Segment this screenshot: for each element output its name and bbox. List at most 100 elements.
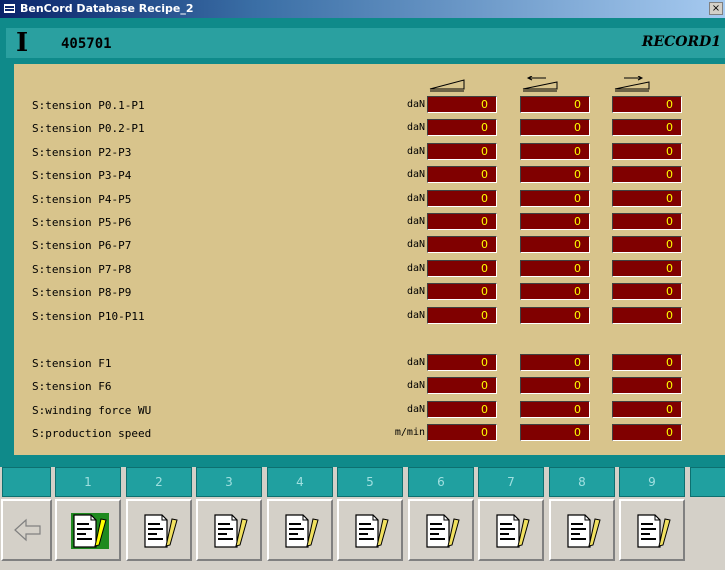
value-field[interactable]: 0 — [520, 143, 590, 160]
value-field[interactable]: 0 — [612, 190, 682, 207]
record-number-tab[interactable]: 9 — [619, 467, 685, 497]
value-field[interactable]: 0 — [427, 166, 497, 183]
record-button[interactable] — [478, 499, 544, 561]
record-number-tab[interactable]: 1 — [55, 467, 121, 497]
parameter-label: S:tension P5-P6 — [32, 216, 132, 229]
record-label: RECORD1 — [641, 34, 721, 50]
value-field[interactable]: 0 — [520, 260, 590, 277]
parameter-row: S:tension P3-P4 daN 0 0 0 — [14, 165, 725, 185]
value-field[interactable]: 0 — [612, 166, 682, 183]
value-field[interactable]: 0 — [427, 260, 497, 277]
record-button[interactable] — [55, 499, 121, 561]
parameter-row: S:winding force WU daN 0 0 0 — [14, 400, 725, 420]
document-edit-icon — [635, 513, 673, 549]
unit-label: daN — [406, 216, 425, 227]
parameter-label: S:tension P3-P4 — [32, 169, 132, 182]
value-field[interactable]: 0 — [427, 401, 497, 418]
value-field[interactable]: 0 — [520, 401, 590, 418]
value-field[interactable]: 0 — [520, 166, 590, 183]
unit-label: daN — [406, 357, 425, 368]
value-field[interactable]: 0 — [427, 354, 497, 371]
value-field[interactable]: 0 — [427, 119, 497, 136]
parameter-row: S:tension P10-P11 daN 0 0 0 — [14, 306, 725, 326]
record-button[interactable] — [549, 499, 615, 561]
ramp-back-icon — [522, 76, 558, 92]
value-field[interactable]: 0 — [520, 283, 590, 300]
record-button[interactable] — [408, 499, 474, 561]
parameter-label: S:tension P7-P8 — [32, 263, 132, 276]
parameter-label: S:production speed — [32, 427, 152, 440]
document-edit-icon — [283, 513, 321, 549]
value-field[interactable]: 0 — [612, 354, 682, 371]
table-icon — [4, 4, 15, 13]
parameter-row: S:tension P8-P9 daN 0 0 0 — [14, 282, 725, 302]
value-field[interactable]: 0 — [612, 143, 682, 160]
record-number-tab[interactable]: 5 — [337, 467, 403, 497]
parameter-label: S:tension P2-P3 — [32, 146, 132, 159]
unit-label: daN — [406, 286, 425, 297]
value-field[interactable]: 0 — [520, 307, 590, 324]
value-field[interactable]: 0 — [427, 307, 497, 324]
value-field[interactable]: 0 — [427, 213, 497, 230]
unit-label: m/min — [394, 427, 425, 438]
parameter-label: S:tension F6 — [32, 380, 112, 393]
record-number-tab[interactable]: 4 — [267, 467, 333, 497]
recipe-panel: S:tension P0.1-P1 daN 0 0 0 S:tension P0.2-P1… — [14, 64, 725, 455]
value-field[interactable]: 0 — [520, 236, 590, 253]
value-field[interactable]: 0 — [612, 260, 682, 277]
value-field[interactable]: 0 — [427, 236, 497, 253]
value-field[interactable]: 0 — [520, 96, 590, 113]
value-field[interactable]: 0 — [427, 96, 497, 113]
value-field[interactable]: 0 — [427, 190, 497, 207]
value-field[interactable]: 0 — [427, 377, 497, 394]
value-field[interactable]: 0 — [427, 424, 497, 441]
record-button[interactable] — [619, 499, 685, 561]
value-field[interactable]: 0 — [612, 377, 682, 394]
value-field[interactable]: 0 — [520, 213, 590, 230]
unit-label: daN — [406, 310, 425, 321]
value-field[interactable]: 0 — [612, 96, 682, 113]
record-button[interactable] — [126, 499, 192, 561]
value-field[interactable]: 0 — [612, 401, 682, 418]
value-field[interactable]: 0 — [520, 354, 590, 371]
ramp-increase-icon — [429, 79, 465, 92]
value-field[interactable]: 0 — [612, 307, 682, 324]
value-field[interactable]: 0 — [427, 143, 497, 160]
record-number-tab[interactable]: 6 — [408, 467, 474, 497]
value-field[interactable]: 0 — [520, 424, 590, 441]
record-number-tab[interactable]: 3 — [196, 467, 262, 497]
value-field[interactable]: 0 — [612, 236, 682, 253]
parameter-row: S:tension P2-P3 daN 0 0 0 — [14, 142, 725, 162]
parameter-label: S:tension P10-P11 — [32, 310, 145, 323]
document-edit-icon — [142, 513, 180, 549]
parameter-row: S:tension P5-P6 daN 0 0 0 — [14, 212, 725, 232]
back-arrow-icon — [14, 518, 41, 542]
unit-label: daN — [406, 404, 425, 415]
parameter-label: S:tension P0.1-P1 — [32, 99, 145, 112]
document-edit-icon — [212, 513, 250, 549]
record-number-tab[interactable]: 8 — [549, 467, 615, 497]
record-button[interactable] — [196, 499, 262, 561]
value-field[interactable]: 0 — [612, 119, 682, 136]
value-field[interactable]: 0 — [612, 283, 682, 300]
record-button-strip — [0, 499, 725, 570]
parameter-row: S:tension P4-P5 daN 0 0 0 — [14, 189, 725, 209]
record-number: 405701 — [61, 36, 112, 52]
document-edit-icon — [565, 513, 603, 549]
value-field[interactable]: 0 — [520, 119, 590, 136]
parameter-row: S:tension P0.2-P1 daN 0 0 0 — [14, 118, 725, 138]
close-button[interactable]: × — [709, 2, 723, 15]
value-field[interactable]: 0 — [612, 424, 682, 441]
document-edit-icon — [353, 513, 391, 549]
record-number-tab[interactable]: 2 — [126, 467, 192, 497]
record-button[interactable] — [337, 499, 403, 561]
record-number-tab[interactable]: 7 — [478, 467, 544, 497]
value-field[interactable]: 0 — [612, 213, 682, 230]
value-field[interactable]: 0 — [520, 377, 590, 394]
value-field[interactable]: 0 — [427, 283, 497, 300]
ramp-forward-icon — [614, 76, 650, 92]
parameter-label: S:tension P0.2-P1 — [32, 122, 145, 135]
value-field[interactable]: 0 — [520, 190, 590, 207]
record-button[interactable] — [267, 499, 333, 561]
back-button[interactable] — [1, 499, 52, 561]
